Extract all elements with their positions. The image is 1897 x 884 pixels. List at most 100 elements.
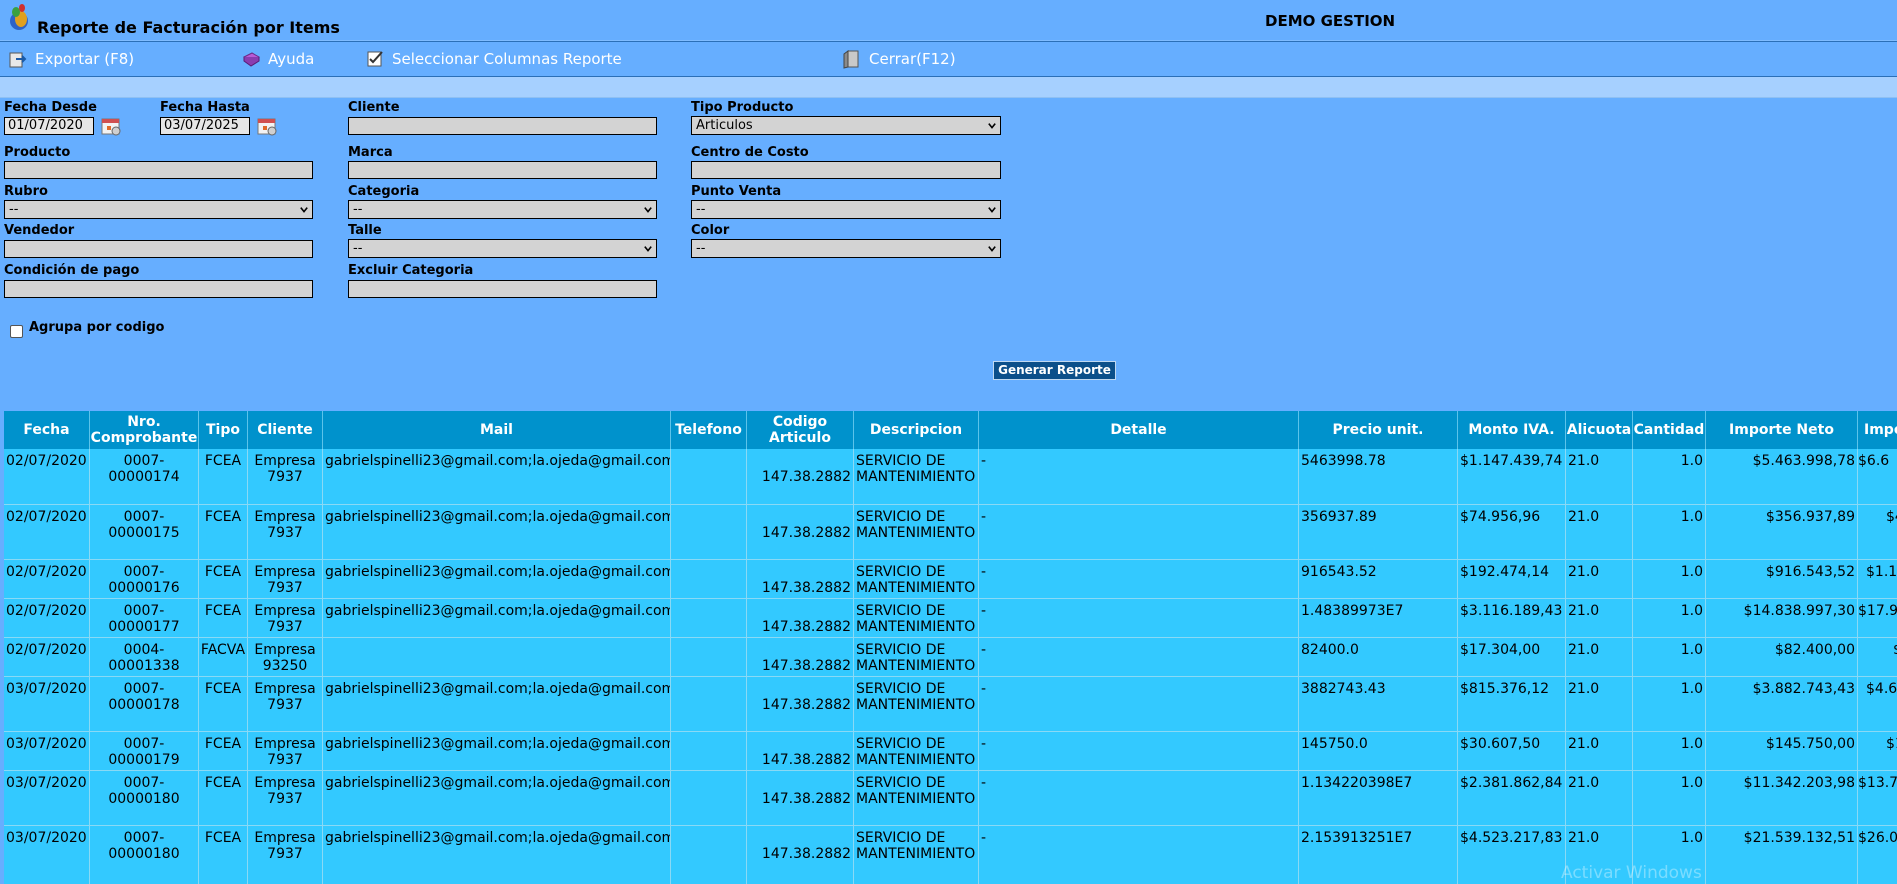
color-select[interactable]: -- xyxy=(691,239,1001,258)
cell-detalle: - xyxy=(979,732,1299,771)
cell-codigo-articulo: 147.38.2882 xyxy=(747,599,854,638)
door-exit-icon xyxy=(843,50,859,69)
cell-mail: gabrielspinelli23@gmail.com;la.ojeda@gma… xyxy=(323,560,671,599)
categoria-value: -- xyxy=(353,202,363,217)
cell-desc-line1: SERVICIO DE xyxy=(856,603,946,619)
cell-nro-line1: 0007- xyxy=(123,603,165,619)
cell-importe-total: $26.0 xyxy=(1858,826,1897,884)
tipo-producto-label: Tipo Producto xyxy=(691,100,794,115)
cell-nro-line2: 00000174 xyxy=(108,469,180,485)
cell-cantidad: 1.0 xyxy=(1633,505,1706,560)
checklist-icon xyxy=(367,51,383,67)
cell-tipo: FCEA xyxy=(199,677,248,732)
header-cantidad[interactable]: Cantidad xyxy=(1633,411,1706,449)
punto-venta-value: -- xyxy=(696,202,706,217)
fecha-hasta-input[interactable]: 03/07/2025 xyxy=(160,117,250,135)
header-importe-total[interactable]: Impo xyxy=(1858,411,1897,449)
cell-nro-line1: 0007- xyxy=(123,564,165,580)
cell-tipo: FCEA xyxy=(199,449,248,505)
talle-label: Talle xyxy=(348,223,382,238)
cell-desc-line1: SERVICIO DE xyxy=(856,453,946,469)
cell-importe-total: $6.6 xyxy=(1858,449,1897,505)
categoria-label: Categoria xyxy=(348,184,420,199)
cell-cantidad: 1.0 xyxy=(1633,771,1706,826)
cell-desc-line2: MANTENIMIENTO xyxy=(856,658,976,674)
cell-nro-comprobante: 0007- 00000177 xyxy=(90,599,199,638)
fecha-desde-input[interactable]: 01/07/2020 xyxy=(4,117,94,135)
cliente-input[interactable] xyxy=(348,117,657,135)
header-telefono[interactable]: Telefono xyxy=(671,411,747,449)
cell-desc-line1: SERVICIO DE xyxy=(856,509,946,525)
vendedor-input[interactable] xyxy=(4,240,313,258)
cell-telefono xyxy=(671,677,747,732)
cell-importe-neto: $21.539.132,51 xyxy=(1706,826,1858,884)
marca-input[interactable] xyxy=(348,161,657,179)
cell-monto-iva: $1.147.439,74 xyxy=(1458,449,1566,505)
header-cliente[interactable]: Cliente xyxy=(248,411,323,449)
filter-form: Fecha Desde 01/07/2020 Fecha Hasta 03/07… xyxy=(0,98,1897,413)
chevron-down-icon xyxy=(988,207,996,213)
cell-descripcion: SERVICIO DE MANTENIMIENTO xyxy=(854,599,979,638)
cell-alicuota: 21.0 xyxy=(1566,732,1633,771)
cell-cliente: Empresa 7937 xyxy=(248,826,323,884)
cell-telefono xyxy=(671,599,747,638)
header-mail[interactable]: Mail xyxy=(323,411,671,449)
rubro-select[interactable]: -- xyxy=(4,200,313,219)
header-alicuota[interactable]: Alicuota xyxy=(1566,411,1633,449)
punto-venta-select[interactable]: -- xyxy=(691,200,1001,219)
calendar-hasta-icon[interactable] xyxy=(255,115,279,137)
select-columns-button[interactable]: Seleccionar Columnas Reporte xyxy=(365,48,622,70)
company-name: DEMO GESTION xyxy=(1265,12,1396,30)
excluir-categoria-input[interactable] xyxy=(348,280,657,298)
cell-monto-iva: $3.116.189,43 xyxy=(1458,599,1566,638)
cell-mail: gabrielspinelli23@gmail.com;la.ojeda@gma… xyxy=(323,732,671,771)
cell-alicuota: 21.0 xyxy=(1566,449,1633,505)
generar-reporte-button[interactable]: Generar Reporte xyxy=(993,361,1116,380)
cell-nro-comprobante: 0007- 00000174 xyxy=(90,449,199,505)
cell-descripcion: SERVICIO DE MANTENIMIENTO xyxy=(854,677,979,732)
header-precio-unit[interactable]: Precio unit. xyxy=(1299,411,1458,449)
cell-desc-line1: SERVICIO DE xyxy=(856,681,946,697)
cell-nro-line2: 00000177 xyxy=(108,619,180,635)
talle-select[interactable]: -- xyxy=(348,239,657,258)
header-tipo[interactable]: Tipo xyxy=(199,411,248,449)
header-detalle[interactable]: Detalle xyxy=(979,411,1299,449)
header-descripcion[interactable]: Descripcion xyxy=(854,411,979,449)
export-button[interactable]: Exportar (F8) xyxy=(8,48,134,70)
header-nro-comprobante[interactable]: Nro. Comprobante xyxy=(90,411,199,449)
cell-detalle: - xyxy=(979,560,1299,599)
cell-cliente-line1: Empresa xyxy=(254,564,316,580)
chevron-down-icon xyxy=(300,207,308,213)
cell-mail: gabrielspinelli23@gmail.com;la.ojeda@gma… xyxy=(323,826,671,884)
help-button[interactable]: Ayuda xyxy=(241,48,314,70)
cell-desc-line1: SERVICIO DE xyxy=(856,830,946,846)
cell-detalle: - xyxy=(979,599,1299,638)
header-fecha[interactable]: Fecha xyxy=(4,411,90,449)
cell-monto-iva: $192.474,14 xyxy=(1458,560,1566,599)
toolbar: Exportar (F8) Ayuda Seleccionar Columnas… xyxy=(0,41,1897,77)
cell-desc-line2: MANTENIMIENTO xyxy=(856,525,976,541)
header-codigo-articulo[interactable]: Codigo Articulo xyxy=(747,411,854,449)
cell-cliente: Empresa 93250 xyxy=(248,638,323,677)
cell-cliente-line2: 7937 xyxy=(267,846,303,862)
condicion-pago-input[interactable] xyxy=(4,280,313,298)
cell-precio-unit: 1.48389973E7 xyxy=(1299,599,1458,638)
categoria-select[interactable]: -- xyxy=(348,200,657,219)
cell-nro-comprobante: 0007- 00000178 xyxy=(90,677,199,732)
centro-costo-input[interactable] xyxy=(691,161,1001,179)
close-button[interactable]: Cerrar(F12) xyxy=(842,48,956,70)
cell-mail: gabrielspinelli23@gmail.com;la.ojeda@gma… xyxy=(323,677,671,732)
calendar-desde-icon[interactable] xyxy=(99,115,123,137)
header-monto-iva[interactable]: Monto IVA. xyxy=(1458,411,1566,449)
cell-importe-neto: $356.937,89 xyxy=(1706,505,1858,560)
cell-telefono xyxy=(671,560,747,599)
header-nro-line2: Comprobante xyxy=(90,430,198,446)
cell-codigo-articulo: 147.38.2882 xyxy=(747,771,854,826)
cell-monto-iva: $815.376,12 xyxy=(1458,677,1566,732)
tipo-producto-select[interactable]: Articulos xyxy=(691,116,1001,135)
producto-input[interactable] xyxy=(4,161,313,179)
header-importe-neto[interactable]: Importe Neto xyxy=(1706,411,1858,449)
agrupa-por-codigo-checkbox[interactable] xyxy=(10,325,23,338)
cell-desc-line2: MANTENIMIENTO xyxy=(856,846,976,862)
page-title: Reporte de Facturación por Items xyxy=(37,18,340,37)
